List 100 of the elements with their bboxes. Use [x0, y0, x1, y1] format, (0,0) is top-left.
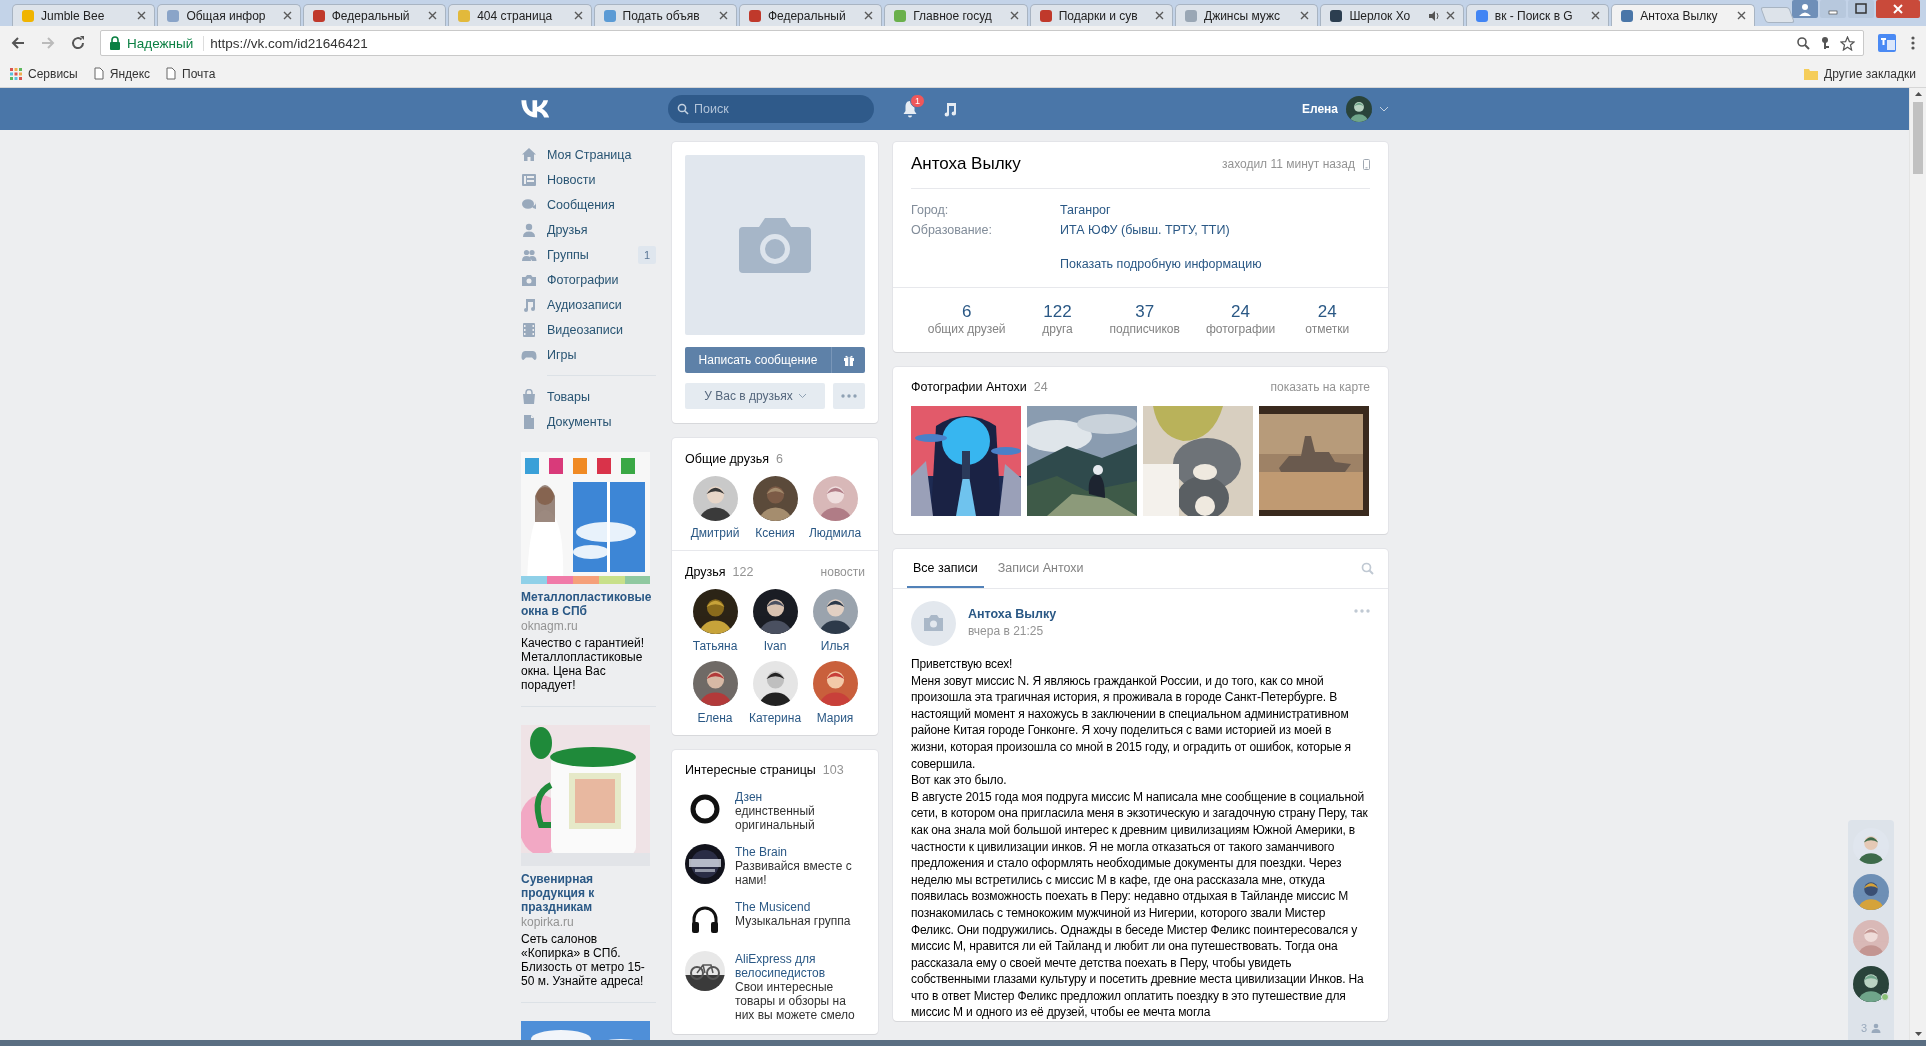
- section-title[interactable]: Фотографии Антохи: [911, 380, 1027, 394]
- close-icon[interactable]: [573, 11, 583, 20]
- page-name[interactable]: Дзен: [735, 790, 865, 804]
- field-value[interactable]: ИТА ЮФУ (бывш. ТРТУ, ТТИ): [1060, 223, 1230, 237]
- phone-icon: [1363, 158, 1370, 170]
- browser-tab[interactable]: Шерлок Хо: [1320, 4, 1464, 26]
- new-tab-button[interactable]: [1759, 7, 1795, 23]
- counter-link[interactable]: 37 подписчиков: [1096, 302, 1193, 336]
- friend-name[interactable]: Елена: [697, 711, 733, 725]
- bookmark-folder[interactable]: Другие закладки: [1804, 66, 1916, 81]
- wall-tab[interactable]: Записи Антохи: [991, 549, 1090, 588]
- section-title[interactable]: Друзья: [685, 565, 726, 579]
- speaker-icon: [1427, 9, 1440, 22]
- nav-item[interactable]: Фотографии: [521, 267, 656, 292]
- more-icon: [841, 394, 857, 398]
- security-label: Надежный: [127, 35, 205, 51]
- bookmark[interactable]: Почта: [166, 66, 216, 81]
- message-button[interactable]: Написать сообщение: [685, 347, 831, 373]
- browser-tab[interactable]: Федеральный: [738, 4, 883, 26]
- menu-icon[interactable]: [1910, 35, 1916, 51]
- nav-item[interactable]: Группы 1: [521, 242, 656, 267]
- section-count: 122: [732, 565, 754, 579]
- browser-tab[interactable]: Федеральный: [302, 4, 447, 26]
- friend-name[interactable]: Катерина: [748, 711, 802, 725]
- close-icon[interactable]: [1155, 11, 1164, 20]
- music-note-icon[interactable]: [942, 101, 958, 117]
- friend-name[interactable]: Людмила: [808, 526, 862, 540]
- bookmark[interactable]: Сервисы: [10, 66, 78, 81]
- translate-icon[interactable]: [1878, 34, 1896, 52]
- zoom-icon[interactable]: [1796, 35, 1810, 50]
- user-menu[interactable]: Елена: [1301, 96, 1388, 122]
- counter-link[interactable]: 6 общих друзей: [914, 302, 1019, 336]
- browser-tab[interactable]: Джинсы мужс: [1175, 4, 1319, 26]
- scrollbar-thumb[interactable]: [1913, 102, 1923, 174]
- bag-icon: [521, 388, 537, 405]
- post-author[interactable]: Антоха Вылку: [968, 607, 1342, 621]
- nav-item[interactable]: Документы: [521, 409, 656, 434]
- wall-tab[interactable]: Все записи: [907, 549, 984, 588]
- browser-tab[interactable]: вк - Поиск в G: [1465, 4, 1610, 26]
- nav-item[interactable]: Товары: [521, 384, 656, 409]
- close-icon[interactable]: [718, 11, 728, 20]
- ad-title[interactable]: Металлопластиковые окна в СПб: [521, 590, 656, 618]
- star-icon[interactable]: [1840, 35, 1855, 51]
- nav-item[interactable]: Игры: [521, 342, 656, 367]
- close-icon[interactable]: [1300, 11, 1310, 20]
- close-icon[interactable]: [1591, 11, 1601, 20]
- close-icon[interactable]: [428, 11, 438, 20]
- friend-name[interactable]: Мария: [816, 711, 854, 725]
- nav-item[interactable]: Аудиозаписи: [521, 292, 656, 317]
- back-icon[interactable]: [10, 35, 26, 51]
- close-icon[interactable]: [1009, 11, 1019, 20]
- music-note-icon: [521, 296, 537, 313]
- page-description: Музыкальная группа: [735, 914, 851, 928]
- site-icon: [1620, 8, 1635, 23]
- counter-link[interactable]: 24 фотографии: [1192, 302, 1289, 336]
- reload-icon[interactable]: [70, 35, 86, 51]
- section-title[interactable]: Общие друзья: [685, 452, 769, 466]
- close-icon[interactable]: [1876, 0, 1920, 18]
- page-name[interactable]: The Musicend: [735, 900, 851, 914]
- friend-name[interactable]: Татьяна: [692, 639, 738, 653]
- counter-link[interactable]: 24 отметки: [1288, 302, 1367, 336]
- field-value[interactable]: Таганрог: [1060, 203, 1111, 217]
- close-icon[interactable]: [282, 11, 292, 20]
- scrollbar[interactable]: [1909, 88, 1926, 1040]
- nav-item[interactable]: Видеозаписи: [521, 317, 656, 342]
- section-title[interactable]: Интересные страницы: [685, 763, 816, 777]
- gift-button[interactable]: [831, 347, 865, 373]
- browser-tab[interactable]: Антоха Вылку: [1611, 4, 1755, 26]
- close-icon[interactable]: [1736, 11, 1746, 20]
- close-icon[interactable]: [1445, 11, 1455, 20]
- nav-item[interactable]: Новости: [521, 167, 656, 192]
- search-field[interactable]: Поиск: [668, 95, 874, 123]
- friend-name[interactable]: Дмитрий: [690, 526, 740, 540]
- maximize-icon[interactable]: [1848, 0, 1874, 18]
- page-name[interactable]: The Brain: [735, 845, 865, 859]
- browser-tab[interactable]: 404 страница: [448, 4, 592, 26]
- friend-name[interactable]: Ivan: [763, 639, 787, 653]
- nav-item[interactable]: Сообщения: [521, 192, 656, 217]
- browser-tab[interactable]: Подарки и сув: [1029, 4, 1173, 26]
- friend-name[interactable]: Илья: [820, 639, 850, 653]
- field-label: Город:: [911, 203, 950, 217]
- browser-tab[interactable]: Главное госуд: [884, 4, 1028, 26]
- bookmark[interactable]: Яндекс: [93, 66, 151, 81]
- close-icon[interactable]: [864, 11, 874, 20]
- nav-item[interactable]: Моя Страница: [521, 142, 656, 167]
- user-icon[interactable]: [1792, 0, 1818, 18]
- page-name[interactable]: AliExpress для велосипедистов: [735, 952, 865, 980]
- nav-item[interactable]: Друзья: [521, 217, 656, 242]
- friend-name[interactable]: Ксения: [755, 526, 795, 540]
- address-field[interactable]: Надежный https://vk.com/id21646421: [100, 30, 1864, 56]
- browser-tab[interactable]: Подать объяв: [593, 4, 737, 26]
- browser-tab[interactable]: Jumble Bee: [12, 4, 156, 26]
- show-details-link[interactable]: Показать подробную информацию: [1060, 257, 1262, 271]
- vk-logo-icon[interactable]: [521, 100, 551, 118]
- friend-status-button[interactable]: У Вас в друзьях: [685, 383, 825, 409]
- close-icon[interactable]: [137, 11, 147, 20]
- film-icon: [521, 321, 537, 338]
- browser-tab[interactable]: Общая инфор: [157, 4, 301, 26]
- ad-title[interactable]: Сувенирная продукция к праздникам: [521, 872, 656, 914]
- counter-link[interactable]: 122 друга: [1018, 302, 1097, 336]
